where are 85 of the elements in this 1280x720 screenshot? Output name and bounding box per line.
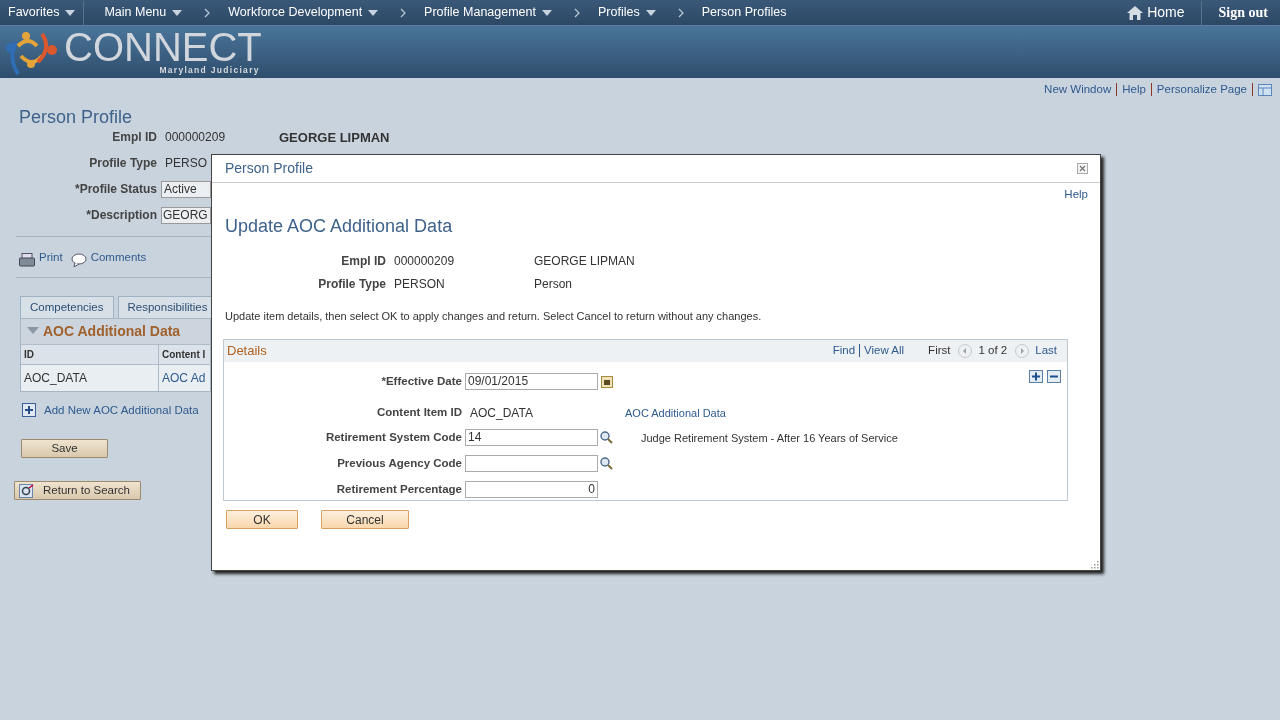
caret-icon[interactable]: [65, 9, 76, 16]
page-link[interactable]: Personalize Page: [1156, 81, 1247, 99]
help-link[interactable]: Help: [1064, 186, 1088, 204]
menu-link[interactable]: Person Profiles: [701, 3, 787, 22]
print-link[interactable]: Print: [39, 249, 63, 267]
field-label: Retirement System Code: [324, 430, 462, 446]
code-field[interactable]: [465, 455, 598, 473]
brand-subtitle: Maryland Judiciary: [158, 63, 261, 77]
resize-grip-icon[interactable]: [1090, 560, 1099, 569]
sign-out-link[interactable]: Sign out: [1218, 2, 1268, 23]
field-value: AOC_DATA: [470, 404, 534, 422]
field-value: PERSON: [394, 275, 446, 293]
add-link[interactable]: Add New AOC Additional Data: [44, 401, 199, 419]
table-cell: AOC_DATA: [21, 364, 159, 391]
search-icon: [19, 483, 35, 498]
menu-link[interactable]: Main Menu: [104, 3, 167, 22]
date-field[interactable]: 09/01/2015: [465, 373, 598, 391]
save-button[interactable]: Save: [21, 439, 108, 458]
field-label: Retirement Percentage: [335, 482, 462, 498]
grid-title: AOC Additional Data: [43, 321, 181, 341]
grid-icon[interactable]: [1258, 83, 1272, 96]
ok-button[interactable]: OK: [226, 509, 298, 529]
search-icon[interactable]: [600, 431, 613, 445]
tab[interactable]: Competencies: [20, 295, 114, 318]
plus-icon[interactable]: [22, 403, 36, 418]
field-description: GEORGE LIPMAN: [534, 252, 635, 270]
panel-title: Details: [227, 342, 267, 360]
dialog-heading: Update AOC Additional Data: [225, 215, 454, 239]
field-value: PERSO: [165, 155, 207, 173]
employee-name: GEORGE LIPMAN: [279, 128, 390, 147]
tab[interactable]: Responsibilities: [117, 295, 211, 318]
field-label: *Profile Status: [73, 181, 157, 199]
field-label: Profile Type: [88, 155, 157, 173]
dialog-title: Person Profile: [225, 159, 313, 178]
home-icon[interactable]: [1127, 5, 1144, 20]
caret-icon[interactable]: [645, 9, 656, 16]
delete-row-icon[interactable]: [1047, 369, 1061, 383]
cancel-button[interactable]: Cancel: [321, 509, 409, 529]
page-count: 1 of 2: [978, 343, 1008, 359]
description-link[interactable]: AOC Additional Data: [625, 404, 726, 421]
field-description: Person: [534, 275, 573, 293]
field-value: 000000209: [165, 129, 227, 147]
chevron-icon: [677, 7, 684, 18]
add-row-icon[interactable]: [1029, 369, 1043, 383]
home-link[interactable]: Home: [1147, 2, 1185, 23]
field-label: Content Item ID: [376, 405, 462, 421]
field-label: Profile Type: [317, 275, 386, 293]
printer-icon: [19, 252, 35, 267]
view-all-link[interactable]: View All: [864, 342, 905, 360]
calendar-icon[interactable]: [601, 375, 613, 389]
field-label: *Effective Date: [380, 374, 462, 390]
search-icon[interactable]: [600, 457, 613, 471]
field-label: Empl ID: [340, 252, 386, 270]
comments-link[interactable]: Comments: [90, 249, 147, 267]
caret-icon[interactable]: [172, 9, 183, 16]
percentage-field[interactable]: 0: [465, 481, 598, 499]
instructions-text: Update item details, then select OK to apply changes and return. Select Cancel to return without any changes.: [225, 309, 763, 325]
chevron-icon: [574, 7, 580, 18]
first-label: First: [928, 343, 951, 359]
menu-link[interactable]: Profiles: [598, 3, 640, 22]
speech-bubble-icon: [70, 252, 87, 267]
caret-icon[interactable]: [368, 9, 379, 16]
page-link[interactable]: Help: [1122, 81, 1146, 99]
field-value: 000000209: [394, 252, 456, 270]
chevron-icon: [400, 7, 407, 18]
close-icon[interactable]: [1077, 163, 1088, 174]
find-link[interactable]: Find: [832, 342, 856, 360]
field-label: Previous Agency Code: [336, 456, 462, 472]
caret-icon[interactable]: [542, 9, 552, 16]
field-label: Empl ID: [111, 129, 157, 147]
chevron-icon: [204, 7, 211, 18]
status-select[interactable]: Active: [161, 180, 211, 198]
column-header: ID: [21, 344, 159, 364]
menu-link[interactable]: Profile Management: [424, 3, 536, 22]
page-title: Person Profile: [19, 106, 134, 129]
field-description: Judge Retirement System - After 16 Years of Service: [641, 430, 898, 446]
last-link[interactable]: Last: [1035, 342, 1057, 360]
brand-name: CONNECT: [64, 27, 262, 66]
code-field[interactable]: 14: [465, 429, 598, 447]
menu-link[interactable]: Favorites: [8, 3, 60, 22]
field-label: *Description: [85, 207, 157, 225]
page-link[interactable]: New Window: [1044, 81, 1112, 99]
return-to-search-button[interactable]: Return to Search: [14, 481, 141, 500]
description-field[interactable]: GEORG: [161, 206, 211, 224]
menu-link[interactable]: Workforce Development: [228, 3, 363, 22]
